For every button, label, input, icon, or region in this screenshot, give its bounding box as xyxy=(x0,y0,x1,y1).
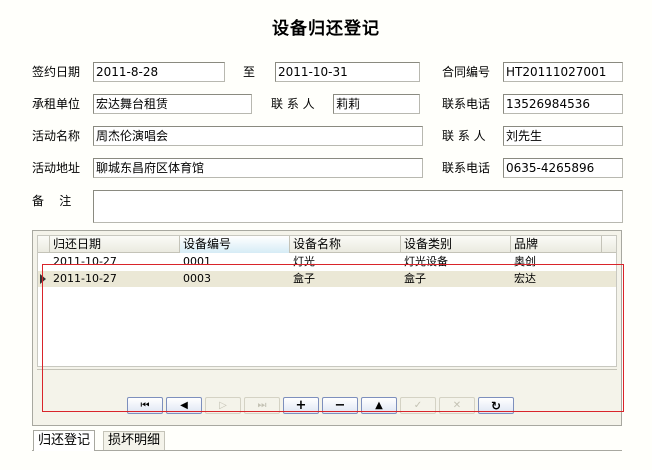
remark-field[interactable] xyxy=(93,190,623,223)
cell-equipment-no: 0001 xyxy=(183,255,211,268)
remark-label: 备 注 xyxy=(32,194,72,208)
cancel-button[interactable]: ✕ xyxy=(439,397,475,414)
first-record-button[interactable]: ⏮ xyxy=(127,397,163,414)
grid-corner xyxy=(38,236,50,253)
tab-baseline xyxy=(32,450,622,451)
renter-label: 承租单位 xyxy=(32,97,81,111)
contract-no-field[interactable]: HT20111027001 xyxy=(503,62,623,82)
cell-equipment-no: 0003 xyxy=(183,272,211,285)
col-equipment-type[interactable]: 设备类别 xyxy=(401,236,511,253)
next-icon: ▷ xyxy=(219,400,227,411)
contact1-field[interactable]: 莉莉 xyxy=(333,94,420,114)
contact1-label: 联 系 人 xyxy=(271,97,315,111)
cell-return-date: 2011-10-27 xyxy=(53,255,117,268)
edit-icon: ▲ xyxy=(375,400,383,411)
last-icon: ⏭ xyxy=(257,400,267,411)
renter-field[interactable]: 宏达舞台租赁 xyxy=(93,94,252,114)
col-equipment-name[interactable]: 设备名称 xyxy=(290,236,401,253)
equipment-grid[interactable]: 归还日期 设备编号 设备名称 设备类别 品牌 2011-10-27 0001 灯… xyxy=(37,235,617,367)
cell-brand: 奥创 xyxy=(514,255,536,268)
sign-date-field[interactable]: 2011-8-28 xyxy=(93,62,225,82)
phone1-field[interactable]: 13526984536 xyxy=(503,94,623,114)
grid-scrollbar[interactable] xyxy=(37,369,617,370)
post-button[interactable]: ✓ xyxy=(400,397,436,414)
minus-icon: − xyxy=(334,398,346,413)
col-equipment-no[interactable]: 设备编号 xyxy=(180,236,290,253)
phone2-field[interactable]: 0635-4265896 xyxy=(503,158,623,178)
activity-field[interactable]: 周杰伦演唱会 xyxy=(93,126,423,146)
insert-button[interactable]: + xyxy=(283,397,319,414)
delete-button[interactable]: − xyxy=(322,397,358,414)
cell-brand: 宏达 xyxy=(514,272,536,285)
cell-return-date: 2011-10-27 xyxy=(53,272,117,285)
table-row[interactable]: 2011-10-27 0003 盒子 盒子 宏达 xyxy=(38,271,616,287)
row-indicator-icon xyxy=(40,274,46,284)
first-icon: ⏮ xyxy=(140,400,150,411)
col-brand[interactable]: 品牌 xyxy=(511,236,602,253)
table-row[interactable]: 2011-10-27 0001 灯光 灯光设备 奥创 xyxy=(38,254,616,270)
end-date-field[interactable]: 2011-10-31 xyxy=(275,62,420,82)
activity-label: 活动名称 xyxy=(32,129,81,143)
grid-header: 归还日期 设备编号 设备名称 设备类别 品牌 xyxy=(38,236,616,253)
col-return-date[interactable]: 归还日期 xyxy=(50,236,180,253)
check-icon: ✓ xyxy=(413,400,423,411)
contact2-label: 联 系 人 xyxy=(442,129,486,143)
cell-equipment-name: 盒子 xyxy=(293,272,315,285)
last-record-button[interactable]: ⏭ xyxy=(244,397,280,414)
cell-equipment-type: 灯光设备 xyxy=(404,255,448,268)
prior-record-button[interactable]: ◀ xyxy=(166,397,202,414)
plus-icon: + xyxy=(295,398,307,413)
phone2-label: 联系电话 xyxy=(442,161,491,175)
tab-return-register[interactable]: 归还登记 xyxy=(33,430,96,451)
refresh-icon: ↻ xyxy=(490,398,502,413)
to-label: 至 xyxy=(243,65,256,79)
sign-date-label: 签约日期 xyxy=(32,65,81,79)
cell-equipment-name: 灯光 xyxy=(293,255,315,268)
address-field[interactable]: 聊城东昌府区体育馆 xyxy=(93,158,423,178)
edit-button[interactable]: ▲ xyxy=(361,397,397,414)
next-record-button[interactable]: ▷ xyxy=(205,397,241,414)
tab-damage-detail[interactable]: 损坏明细 xyxy=(103,431,166,450)
cell-equipment-type: 盒子 xyxy=(404,272,426,285)
prior-icon: ◀ xyxy=(180,400,188,411)
address-label: 活动地址 xyxy=(32,161,81,175)
page-title: 设备归还登记 xyxy=(272,19,380,39)
contract-no-label: 合同编号 xyxy=(442,65,491,79)
cancel-icon: ✕ xyxy=(452,400,462,411)
refresh-button[interactable]: ↻ xyxy=(478,397,514,414)
contact2-field[interactable]: 刘先生 xyxy=(503,126,623,146)
phone1-label: 联系电话 xyxy=(442,97,491,111)
